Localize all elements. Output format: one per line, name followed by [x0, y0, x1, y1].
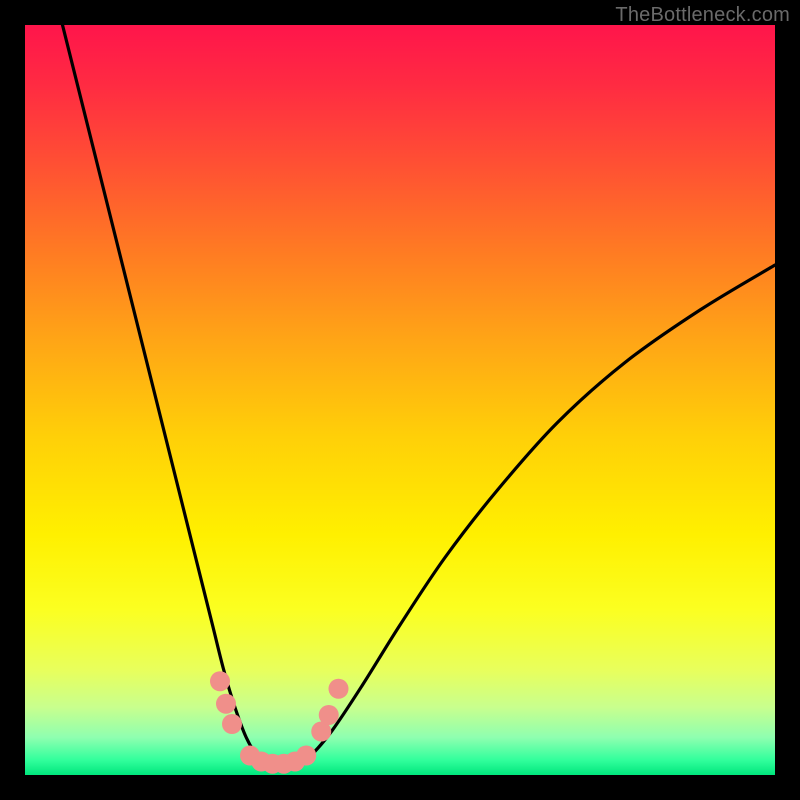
- marker-dot: [319, 705, 339, 725]
- bottleneck-curve: [63, 25, 776, 768]
- bottleneck-curve-path: [63, 25, 776, 768]
- curve-layer: [25, 25, 775, 775]
- highlight-dots: [210, 671, 349, 774]
- marker-dot: [329, 679, 349, 699]
- outer-frame: TheBottleneck.com: [0, 0, 800, 800]
- marker-dot: [296, 746, 316, 766]
- marker-dot: [210, 671, 230, 691]
- marker-dot: [222, 714, 242, 734]
- plot-area: [25, 25, 775, 775]
- marker-dot: [216, 694, 236, 714]
- watermark: TheBottleneck.com: [615, 4, 790, 27]
